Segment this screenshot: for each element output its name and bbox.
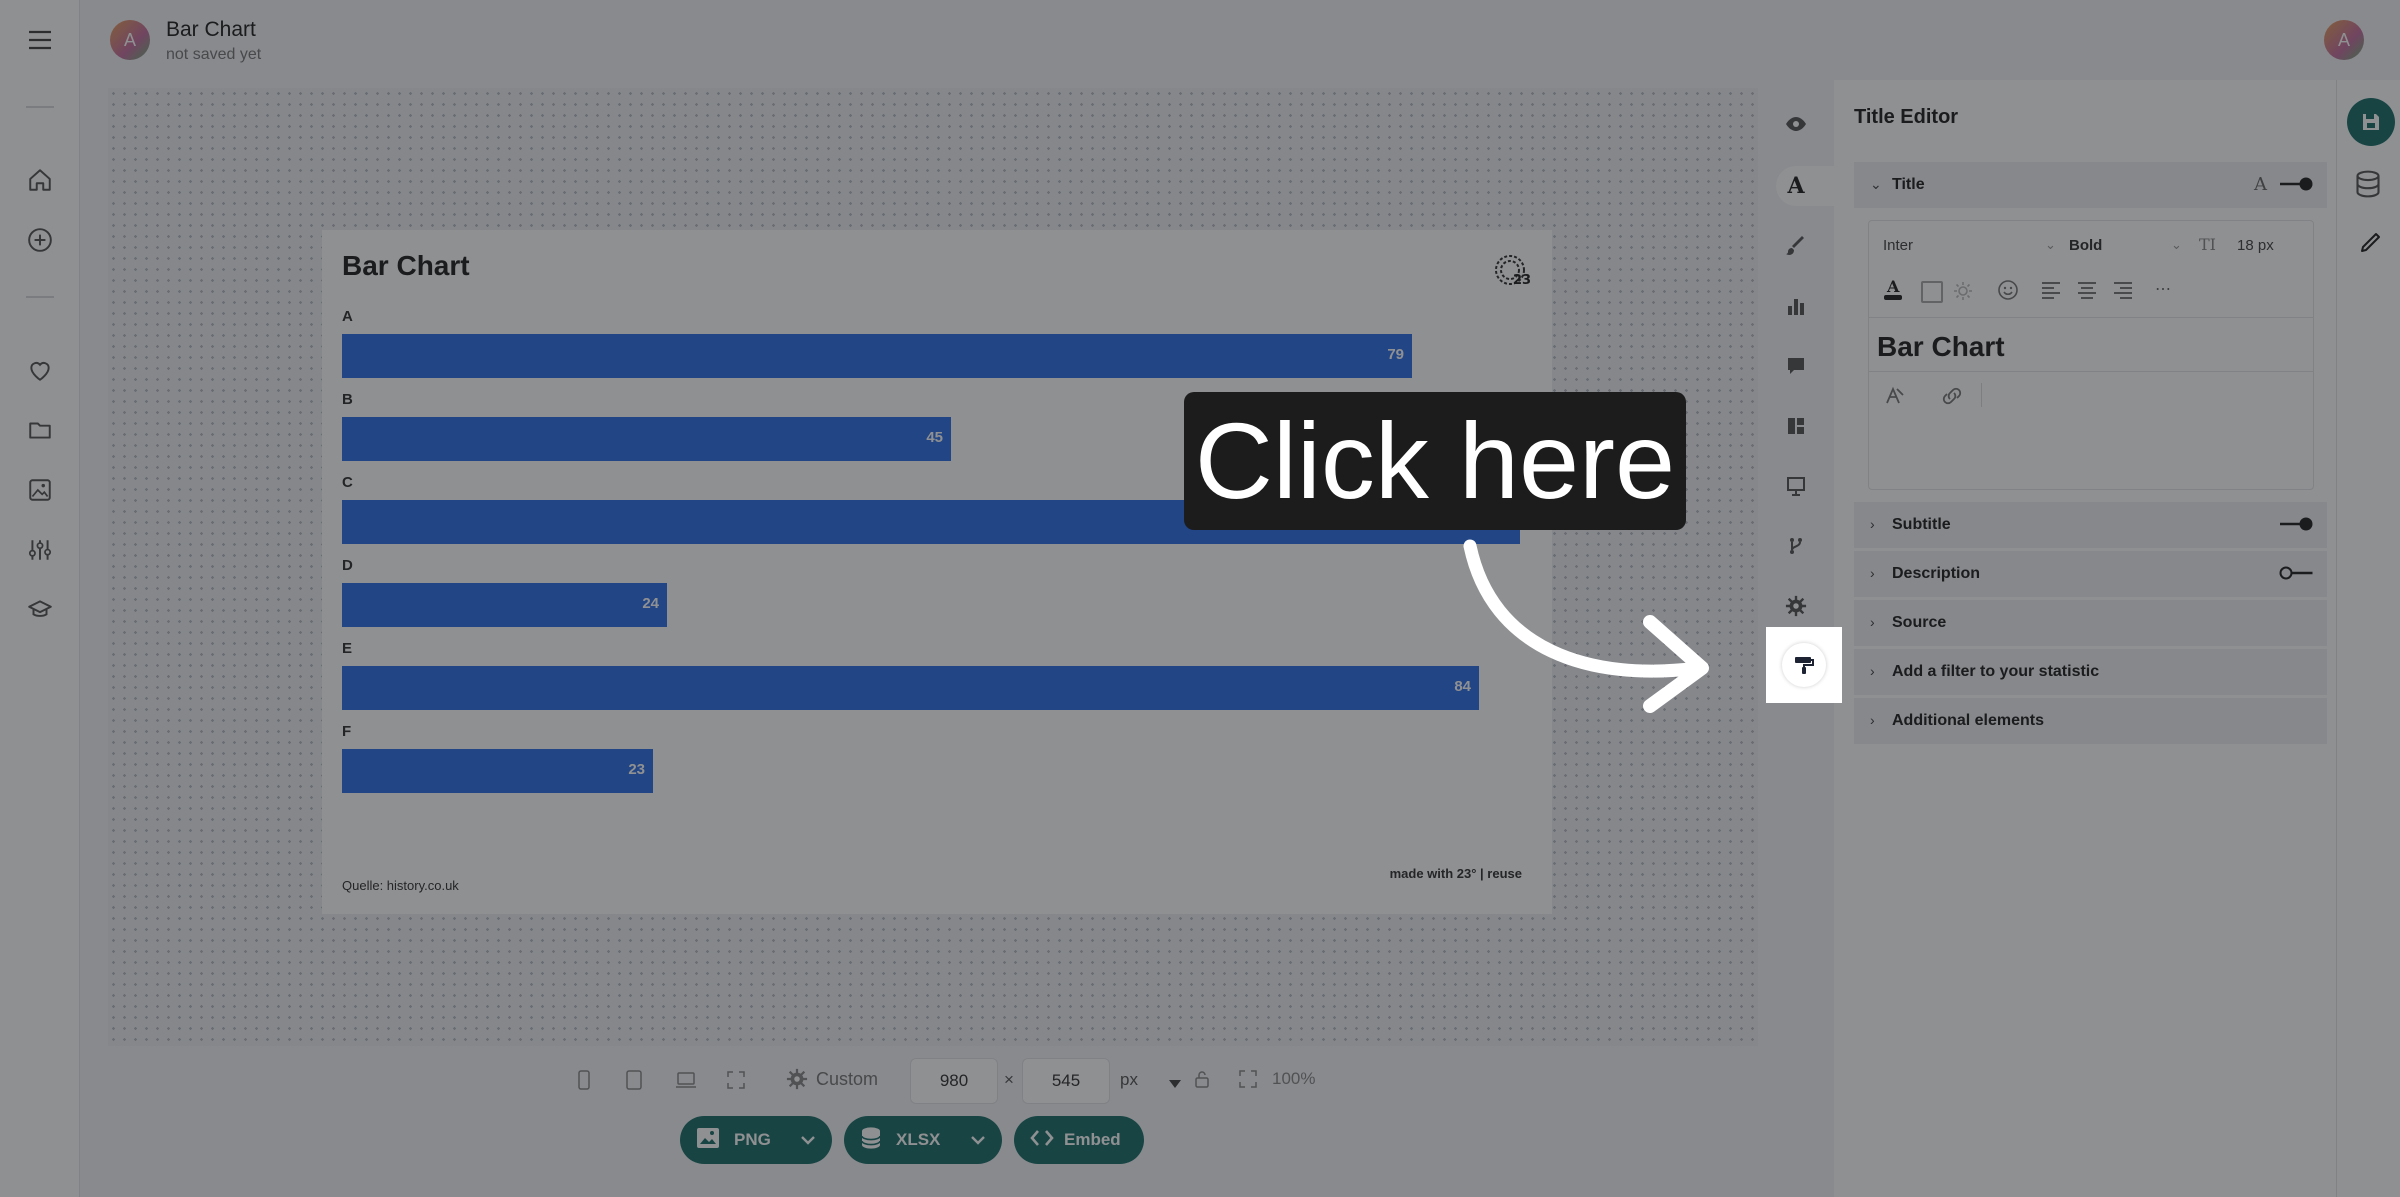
- tutorial-overlay: [0, 0, 2400, 1197]
- paint-roller-icon[interactable]: [1782, 643, 1826, 687]
- highlight-frame: [1766, 627, 1842, 703]
- click-here-callout: Click here: [1184, 392, 1686, 530]
- arrow-icon: [1463, 539, 1709, 713]
